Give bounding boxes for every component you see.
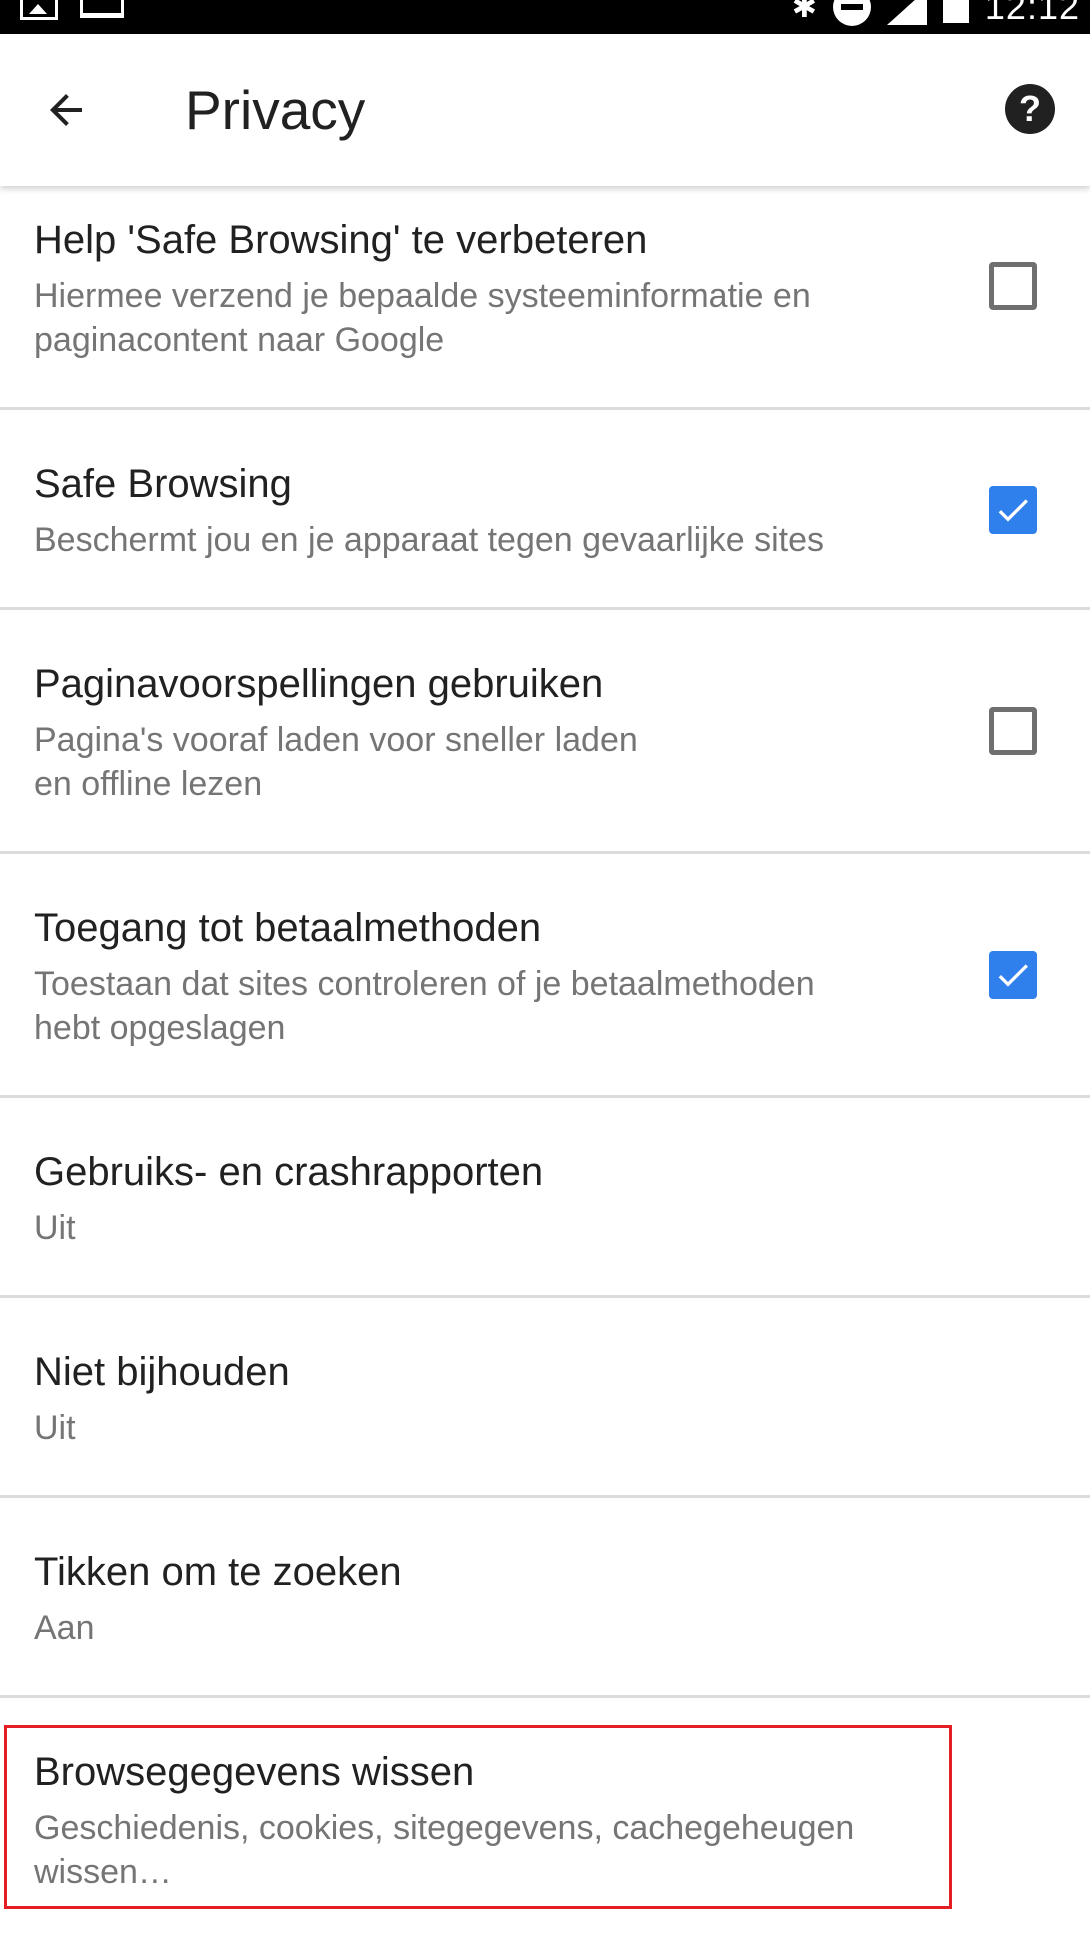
setting-subtitle: hebt opgeslagen — [34, 1009, 286, 1047]
checkbox-unchecked[interactable] — [989, 262, 1037, 310]
setting-row-tap-to-search[interactable]: Tikken om te zoeken Aan — [0, 1498, 1090, 1698]
do-not-disturb-icon — [832, 0, 871, 26]
setting-title: Tikken om te zoeken — [34, 1550, 402, 1594]
laptop-icon — [80, 0, 124, 18]
setting-subtitle: Aan — [34, 1609, 95, 1647]
page-title: Privacy — [185, 79, 366, 141]
setting-row-clear-browsing-data[interactable]: Browsegegevens wissen Geschiedenis, cook… — [0, 1698, 1090, 1891]
setting-row-do-not-track[interactable]: Niet bijhouden Uit — [0, 1298, 1090, 1498]
setting-title: Niet bijhouden — [34, 1350, 290, 1394]
setting-row-safe-browsing[interactable]: Safe Browsing Beschermt jou en je appara… — [0, 410, 1090, 610]
settings-list: Help 'Safe Browsing' te verbeteren Hierm… — [0, 186, 1090, 1891]
check-icon — [998, 499, 1028, 522]
setting-subtitle: Pagina's vooraf laden voor sneller laden — [34, 721, 638, 759]
status-time: 12:12 — [984, 0, 1080, 27]
setting-row-improve-safe-browsing[interactable]: Help 'Safe Browsing' te verbeteren Hierm… — [0, 186, 1090, 410]
help-icon: ? — [1019, 88, 1041, 129]
image-icon — [20, 0, 58, 20]
status-bar-right: ✱ 12:12 — [791, 0, 1080, 27]
setting-title: Toegang tot betaalmethoden — [34, 906, 542, 950]
arrow-back-icon — [50, 94, 82, 126]
setting-row-page-predictions[interactable]: Paginavoorspellingen gebruiken Pagina's … — [0, 610, 1090, 854]
setting-row-payment-methods[interactable]: Toegang tot betaalmethoden Toestaan dat … — [0, 854, 1090, 1098]
setting-subtitle: Beschermt jou en je apparaat tegen gevaa… — [34, 521, 825, 559]
back-button[interactable] — [34, 78, 98, 142]
setting-subtitle: Uit — [34, 1409, 76, 1447]
battery-icon — [942, 0, 969, 23]
checkbox-checked[interactable] — [989, 951, 1037, 999]
setting-subtitle: Toestaan dat sites controleren of je bet… — [34, 965, 815, 1003]
setting-title: Safe Browsing — [34, 462, 292, 506]
setting-subtitle: Hiermee verzend je bepaalde systeeminfor… — [34, 277, 811, 315]
app-bar: Privacy ? — [0, 34, 1090, 186]
checkbox-unchecked[interactable] — [989, 707, 1037, 755]
status-bar: ✱ 12:12 — [0, 0, 1090, 34]
setting-subtitle: Geschiedenis, cookies, sitegegevens, cac… — [34, 1809, 855, 1847]
setting-subtitle: paginacontent naar Google — [34, 321, 445, 359]
setting-title: Gebruiks- en crashrapporten — [34, 1150, 544, 1194]
check-icon — [998, 964, 1028, 987]
setting-title: Paginavoorspellingen gebruiken — [34, 662, 604, 706]
setting-subtitle: wissen… — [34, 1853, 172, 1891]
help-button[interactable]: ? — [1005, 84, 1055, 134]
setting-subtitle: Uit — [34, 1209, 76, 1247]
signal-icon — [886, 0, 927, 25]
bluetooth-icon: ✱ — [791, 0, 817, 24]
setting-title: Browsegegevens wissen — [34, 1750, 475, 1794]
setting-title: Help 'Safe Browsing' te verbeteren — [34, 218, 648, 262]
checkbox-checked[interactable] — [989, 486, 1037, 534]
setting-subtitle: en offline lezen — [34, 765, 263, 803]
status-bar-left — [20, 0, 124, 22]
setting-row-usage-crash-reports[interactable]: Gebruiks- en crashrapporten Uit — [0, 1098, 1090, 1298]
